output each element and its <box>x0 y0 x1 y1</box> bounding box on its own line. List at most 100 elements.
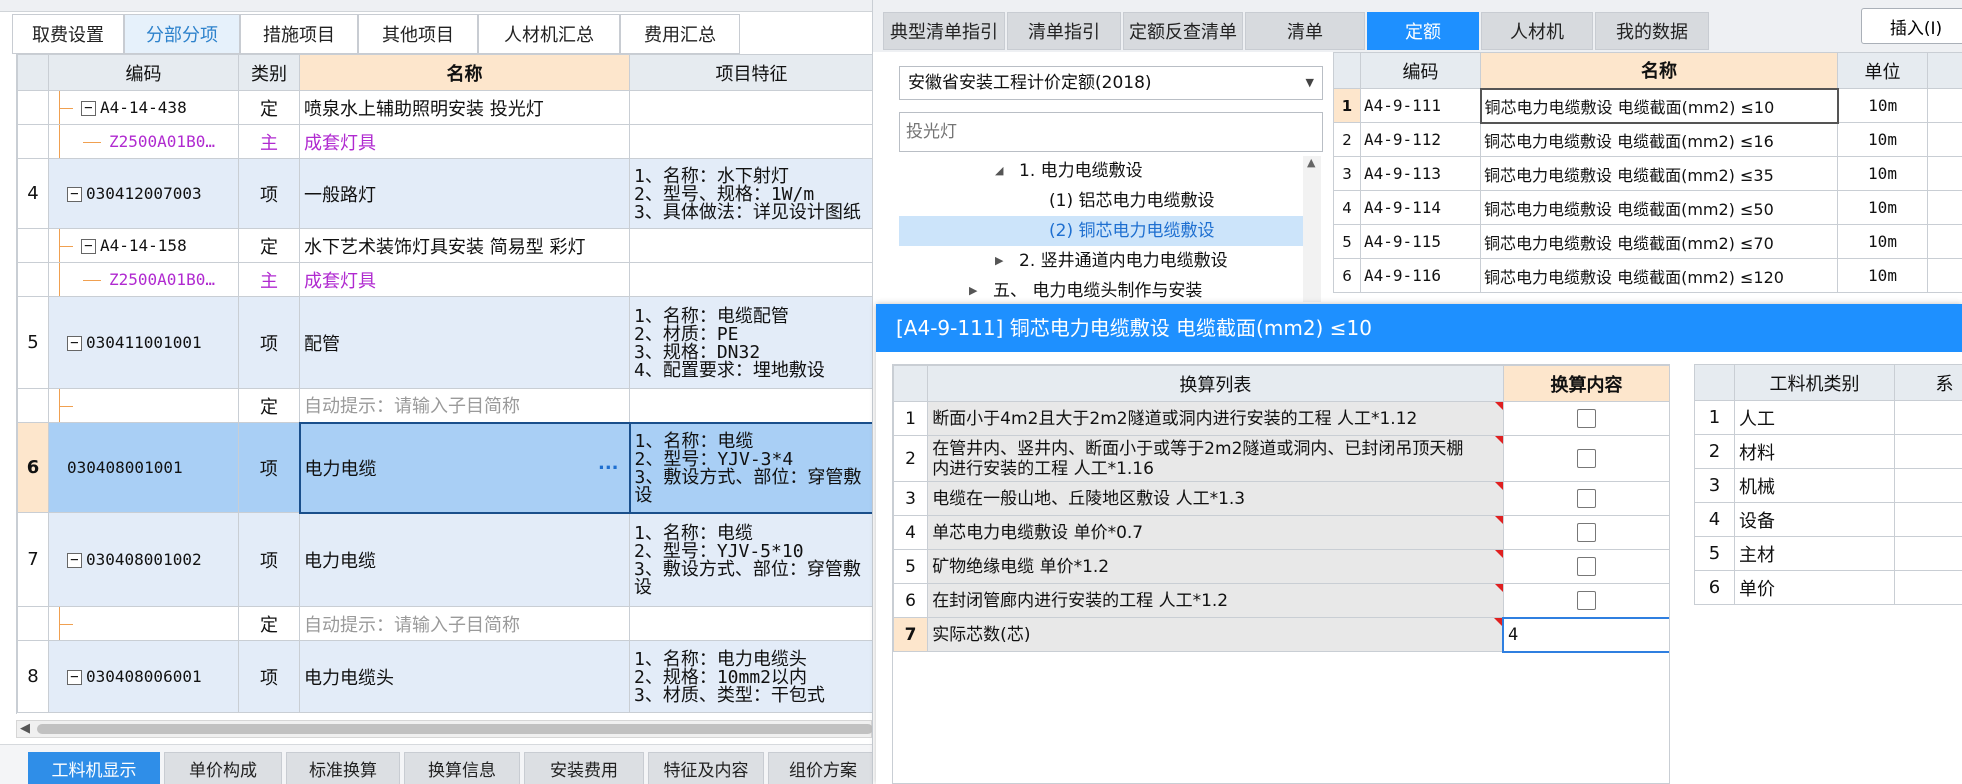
row-name[interactable]: 配管 <box>299 296 630 389</box>
conversion-checkbox[interactable] <box>1577 557 1596 576</box>
material-label[interactable]: 单价 <box>1734 570 1895 605</box>
conversion-row[interactable]: 7 实际芯数(芯) 4 <box>893 616 1669 653</box>
table-row[interactable]: − A4-14-438 定喷泉水上辅助照明安装 投光灯 <box>17 90 872 125</box>
right-tab-7[interactable]: 我的数据 <box>1595 12 1709 50</box>
row-type[interactable]: 定 <box>238 388 300 423</box>
scrollbar-thumb[interactable] <box>37 724 873 734</box>
right-tab-6[interactable]: 人材机 <box>1481 12 1593 50</box>
material-coef[interactable] <box>1894 570 1962 605</box>
row-code-cell[interactable]: − A4-14-158 <box>48 228 239 263</box>
insert-button[interactable]: 插入(I) <box>1861 8 1962 44</box>
result-row[interactable]: 4 A4-9-114 铜芯电力电缆敷设 电缆截面(mm2) ≤50 10m <box>1333 190 1962 225</box>
row-type[interactable]: 定 <box>238 228 300 263</box>
col-code[interactable]: 编码 <box>48 54 239 91</box>
table-row[interactable]: Z2500A01B0… 主成套灯具 <box>17 262 872 297</box>
row-name[interactable]: 成套灯具 <box>299 124 630 159</box>
row-type[interactable]: 项 <box>238 296 300 389</box>
rcol-name[interactable]: 名称 <box>1480 52 1838 89</box>
tree-item[interactable]: ◢ 1. 电力电缆敷设 <box>899 156 1303 186</box>
bottom-tab-3[interactable]: 标准换算 <box>286 752 400 784</box>
row-feature[interactable] <box>629 90 872 125</box>
conversion-row[interactable]: 4 单芯电力电缆敷设 单价*0.7 <box>893 515 1669 550</box>
row-code-cell[interactable]: Z2500A01B0… <box>48 124 239 159</box>
result-name[interactable]: 铜芯电力电缆敷设 电缆截面(mm2) ≤10 <box>1479 87 1839 124</box>
col-name[interactable]: 名称 <box>299 54 630 91</box>
material-label[interactable]: 材料 <box>1734 434 1895 469</box>
row-name[interactable]: 自动提示：请输入子目简称 <box>299 388 630 423</box>
material-coef[interactable] <box>1894 400 1962 435</box>
conversion-row[interactable]: 6 在封闭管廊内进行安装的工程 人工*1.2 <box>893 583 1669 618</box>
bottom-tab-4[interactable]: 换算信息 <box>404 752 520 784</box>
conversion-value[interactable] <box>1502 435 1669 482</box>
collapse-icon[interactable]: − <box>67 336 82 351</box>
collapse-icon[interactable]: − <box>81 239 96 254</box>
conversion-checkbox[interactable] <box>1577 590 1596 610</box>
result-code[interactable]: A4-9-113 <box>1360 156 1481 191</box>
row-code-cell[interactable]: −030411001001 <box>48 296 239 389</box>
table-row[interactable]: 7 −030408001002 项电力电缆 1、名称：电缆 2、型号：YJV-5*10 3… <box>17 512 872 607</box>
row-code-cell[interactable] <box>48 606 239 641</box>
table-row[interactable]: 8 −030408006001 项电力电缆头 1、名称：电力电缆头 2、规格：10mm2… <box>17 640 872 713</box>
material-coef[interactable] <box>1894 502 1962 537</box>
conversion-checkbox[interactable] <box>1577 489 1596 508</box>
result-code[interactable]: A4-9-114 <box>1360 190 1481 225</box>
bottom-tab-6[interactable]: 特征及内容 <box>648 752 764 784</box>
row-name[interactable]: 电力电缆头 <box>299 640 630 713</box>
row-type[interactable]: 主 <box>238 124 300 159</box>
bottom-tab-7[interactable]: 组价方案 <box>768 752 878 784</box>
row-code-cell[interactable]: −030412007003 <box>48 158 239 229</box>
row-feature[interactable]: 1、名称：水下射灯 2、型号、规格：1W/m 3、具体做法：详见设计图纸 <box>629 158 872 229</box>
material-label[interactable]: 主材 <box>1734 536 1895 571</box>
result-row[interactable]: 1 A4-9-111 铜芯电力电缆敷设 电缆截面(mm2) ≤10 10m <box>1333 87 1962 124</box>
collapse-icon[interactable]: − <box>67 187 82 202</box>
material-row[interactable]: 5 主材 <box>1694 536 1962 571</box>
material-row[interactable]: 3 机械 <box>1694 468 1962 503</box>
conversion-value[interactable] <box>1502 481 1669 516</box>
conversion-checkbox[interactable] <box>1577 523 1596 542</box>
tab-3[interactable]: 措施项目 <box>240 14 358 54</box>
row-type[interactable]: 项 <box>238 158 300 229</box>
conversion-value[interactable] <box>1502 401 1669 436</box>
table-row[interactable]: 4 −030412007003 项一般路灯 1、名称：水下射灯 2、型号、规格：1W/m… <box>17 158 872 229</box>
row-name[interactable]: 电力电缆 ··· <box>298 421 631 514</box>
expand-right-icon[interactable]: ▶ <box>969 276 977 302</box>
row-feature[interactable]: 1、名称：电缆配管 2、材质：PE 3、规格：DN32 4、配置要求：埋地敷设 <box>629 296 872 389</box>
quota-select[interactable]: 安徽省安装工程计价定额(2018) ▼ <box>899 66 1323 100</box>
result-code[interactable]: A4-9-111 <box>1360 88 1481 123</box>
result-name[interactable]: 铜芯电力电缆敷设 电缆截面(mm2) ≤70 <box>1480 224 1838 259</box>
tree-scrollbar[interactable]: ▲ <box>1303 156 1321 302</box>
expand-right-icon[interactable]: ▶ <box>995 246 1003 276</box>
conversion-checkbox[interactable] <box>1577 449 1596 468</box>
material-coef[interactable] <box>1894 536 1962 571</box>
material-label[interactable]: 设备 <box>1734 502 1895 537</box>
row-code-cell[interactable]: −030408001002 <box>48 512 239 607</box>
col-type[interactable]: 类别 <box>238 54 300 91</box>
dialog-title-bar[interactable]: [A4-9-111] 铜芯电力电缆敷设 电缆截面(mm2) ≤10 <box>876 304 1962 352</box>
tab-5[interactable]: 人材机汇总 <box>478 14 620 54</box>
row-type[interactable]: 主 <box>238 262 300 297</box>
table-row[interactable]: − A4-14-158 定水下艺术装饰灯具安装 简易型 彩灯 <box>17 228 872 263</box>
conversion-row[interactable]: 2 在管井内、竖井内、断面小于或等于2m2隧道或洞内、已封闭吊顶天棚 内进行安装的工… <box>893 435 1669 482</box>
conversion-value[interactable]: 4 <box>1502 616 1669 653</box>
ccol-list[interactable]: 换算列表 <box>927 365 1504 402</box>
material-coef[interactable] <box>1894 468 1962 503</box>
right-tab-4[interactable]: 清单 <box>1245 12 1365 50</box>
tree-item[interactable]: (1) 铝芯电力电缆敷设 <box>899 186 1303 216</box>
result-row[interactable]: 6 A4-9-116 铜芯电力电缆敷设 电缆截面(mm2) ≤120 10m <box>1333 258 1962 293</box>
row-name[interactable]: 电力电缆 <box>299 512 630 607</box>
right-tab-2[interactable]: 清单指引 <box>1007 12 1121 50</box>
scroll-left-icon[interactable]: ◀ <box>20 721 30 736</box>
search-input[interactable] <box>899 112 1323 152</box>
table-row[interactable]: 6 030408001001 项电力电缆 ··· 1、名称：电缆 2、型号：YJV-3*4… <box>17 421 872 514</box>
conversion-input-value[interactable]: 4 <box>1508 625 1518 645</box>
conversion-row[interactable]: 3 电缆在一般山地、丘陵地区敷设 人工*1.3 <box>893 481 1669 516</box>
right-tab-5[interactable]: 定额 <box>1367 12 1479 50</box>
row-feature[interactable] <box>629 124 872 159</box>
conversion-value[interactable] <box>1502 515 1669 550</box>
conversion-row[interactable]: 1 断面小于4m2且大于2m2隧道或洞内进行安装的工程 人工*1.12 <box>893 401 1669 436</box>
table-row[interactable]: Z2500A01B0… 主成套灯具 <box>17 124 872 159</box>
tab-6[interactable]: 费用汇总 <box>620 14 740 54</box>
conversion-checkbox[interactable] <box>1577 409 1596 428</box>
row-feature[interactable] <box>629 228 872 263</box>
row-feature[interactable]: 1、名称：电缆 2、型号：YJV-5*10 3、敷设方式、部位：穿管敷设 <box>629 512 872 607</box>
